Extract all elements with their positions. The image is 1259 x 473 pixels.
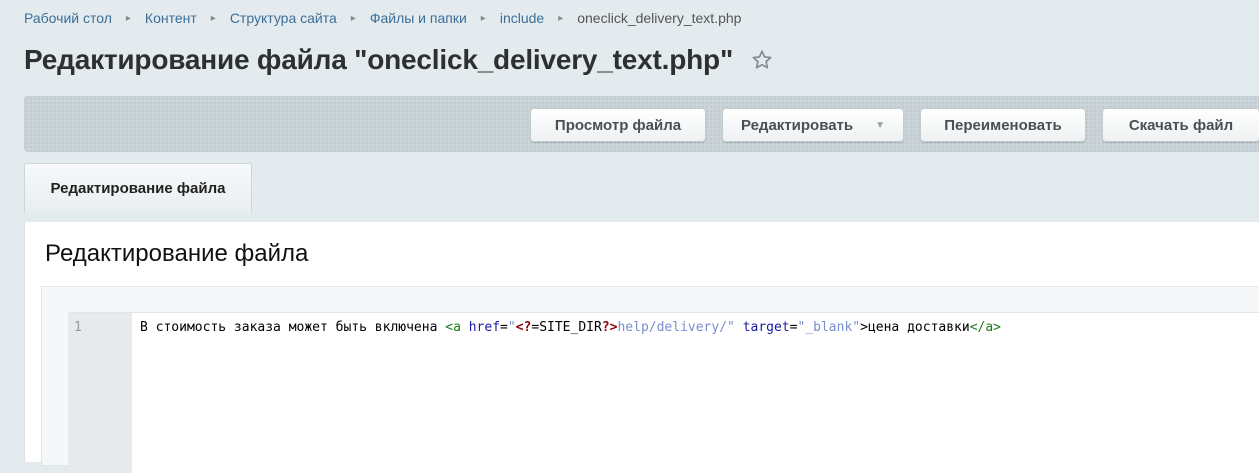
code-string-target: "_blank" [797,320,861,335]
code-string-quote: " [507,320,516,335]
code-string-path: help/delivery/" [617,320,735,335]
breadcrumb: Рабочий стол ▸ Контент ▸ Структура сайта… [24,10,741,26]
section-title: Редактирование файла [45,240,309,267]
breadcrumb-item-files-folders[interactable]: Файлы и папки [370,10,467,26]
title-row: Редактирование файла "oneclick_delivery_… [24,44,773,76]
chevron-right-icon: ▸ [558,12,564,24]
edit-panel: Редактирование файла 1 В стоимость заказ… [24,222,1259,473]
rename-button[interactable]: Переименовать [920,108,1086,142]
code-link-text: цена доставки [867,320,970,335]
breadcrumb-current-file: oneclick_delivery_text.php [577,10,742,26]
breadcrumb-item-include[interactable]: include [500,10,544,26]
page-title: Редактирование файла "oneclick_delivery_… [24,44,734,75]
line-gutter: 1 [68,313,132,473]
download-file-button[interactable]: Скачать файл [1102,108,1259,142]
code-php-const: SITE_DIR [539,320,602,335]
toolbar: Просмотр файла Редактировать ▼ Переимено… [24,96,1259,152]
chevron-down-icon: ▼ [875,119,886,131]
edit-dropdown-button[interactable]: Редактировать ▼ [722,108,904,142]
code-equals: = [500,320,508,335]
chevron-right-icon: ▸ [350,12,356,24]
code-php-open: <? [515,320,532,335]
tab-edit-file[interactable]: Редактирование файла [24,163,252,213]
code-tag-open: <a [445,320,461,335]
code-php-close: ?> [601,320,618,335]
code-attr-target: target [734,320,790,335]
editor-frame: 1 В стоимость заказа может быть включена… [41,286,1259,473]
star-icon[interactable] [751,49,773,76]
code-attr-href: href [460,320,501,335]
tab-bar: Редактирование файла [24,163,1259,225]
code-equals: = [789,320,798,335]
code-text: В стоимость заказа может быть включена [140,320,446,335]
breadcrumb-item-content[interactable]: Контент [145,10,197,26]
code-tag-close: </a> [969,320,1002,335]
breadcrumb-item-desktop[interactable]: Рабочий стол [24,10,112,26]
chevron-right-icon: ▸ [480,12,486,24]
code-php-equals: = [531,320,540,335]
code-editor[interactable]: 1 В стоимость заказа может быть включена… [68,312,1259,473]
chevron-right-icon: ▸ [210,12,216,24]
chevron-right-icon: ▸ [125,12,131,24]
code-tag-gt: > [860,320,868,335]
breadcrumb-item-site-structure[interactable]: Структура сайта [230,10,337,26]
code-line[interactable]: В стоимость заказа может быть включена <… [140,320,1001,335]
edit-button-label: Редактировать [740,116,854,134]
line-number: 1 [74,320,82,335]
view-file-button[interactable]: Просмотр файла [530,108,706,142]
